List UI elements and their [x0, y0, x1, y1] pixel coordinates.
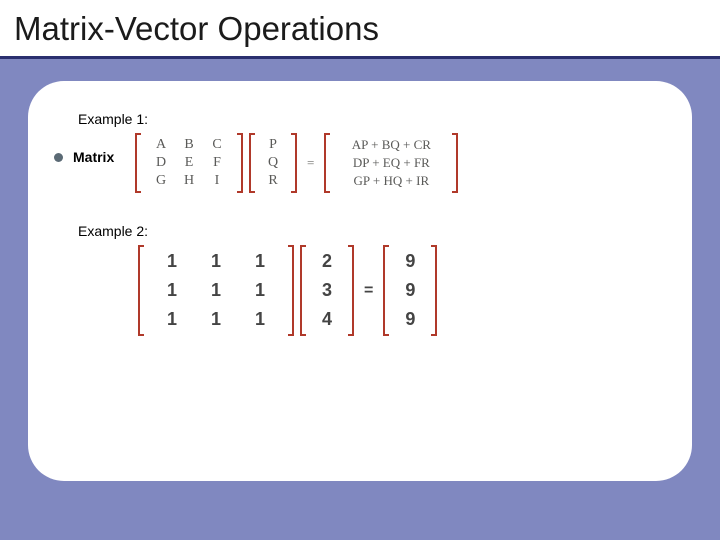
m: C: [203, 137, 231, 153]
equation-1: A B C D E F G H I P Q R: [135, 133, 458, 193]
v: 4: [310, 309, 344, 330]
v: 2: [310, 251, 344, 272]
ex2-vector: 2 3 4: [300, 245, 354, 336]
r: 9: [393, 251, 427, 272]
v: 3: [310, 280, 344, 301]
r: 9: [393, 309, 427, 330]
r: AP + BQ + CR: [336, 137, 446, 153]
equals-sign: =: [303, 155, 318, 171]
page-title: Matrix-Vector Operations: [14, 10, 706, 48]
title-bar: Matrix-Vector Operations: [0, 0, 720, 59]
m: E: [175, 155, 203, 171]
m: B: [175, 137, 203, 153]
v: R: [261, 173, 285, 189]
example-1-label: Example 1:: [78, 111, 642, 127]
m: 1: [238, 251, 282, 272]
bullet-text: Matrix: [73, 149, 125, 165]
bullet-icon: [54, 153, 63, 162]
m: A: [147, 137, 175, 153]
example-2-label: Example 2:: [78, 223, 642, 239]
bullet-row: Matrix A B C D E F G H I: [78, 133, 642, 193]
m: G: [147, 173, 175, 189]
m: F: [203, 155, 231, 171]
ex1-result: AP + BQ + CR DP + EQ + FR GP + HQ + IR: [324, 133, 458, 193]
v: Q: [261, 155, 285, 171]
r: GP + HQ + IR: [336, 173, 446, 189]
equals-sign: =: [360, 282, 377, 300]
m: 1: [194, 251, 238, 272]
m: 1: [238, 309, 282, 330]
ex2-result: 9 9 9: [383, 245, 437, 336]
v: P: [261, 137, 285, 153]
m: 1: [150, 309, 194, 330]
m: I: [203, 173, 231, 189]
ex2-matrix: 1 1 1 1 1 1 1 1 1: [138, 245, 294, 336]
ex1-matrix: A B C D E F G H I: [135, 133, 243, 193]
m: 1: [194, 309, 238, 330]
r: 9: [393, 280, 427, 301]
r: DP + EQ + FR: [336, 155, 446, 171]
content-card: Example 1: Matrix A B C D E F G H I: [28, 81, 692, 481]
m: 1: [238, 280, 282, 301]
m: 1: [150, 251, 194, 272]
m: D: [147, 155, 175, 171]
equation-2: 1 1 1 1 1 1 1 1 1 2 3 4 =: [138, 245, 642, 336]
m: 1: [150, 280, 194, 301]
ex1-vector: P Q R: [249, 133, 297, 193]
m: H: [175, 173, 203, 189]
m: 1: [194, 280, 238, 301]
